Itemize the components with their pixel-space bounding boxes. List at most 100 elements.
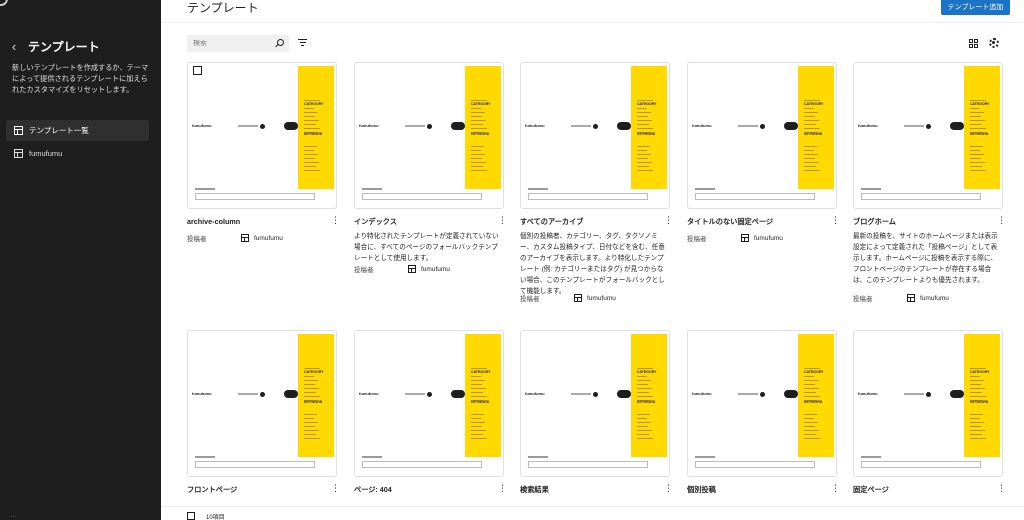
thumbnail-line <box>804 384 815 385</box>
more-actions-icon[interactable]: ⋮ <box>831 216 840 225</box>
thumbnail-line <box>804 146 817 147</box>
thumbnail-line <box>804 376 814 377</box>
preview-footer-field <box>195 461 315 468</box>
author-name: fumufumu <box>254 234 283 242</box>
template-preview[interactable]: CATEGORY KEYWORD fumufumu <box>853 62 1003 209</box>
sidebar-item-fumufumu[interactable]: fumufumu <box>6 143 149 164</box>
preview-nav <box>738 125 758 127</box>
thumbnail-line <box>804 154 818 155</box>
thumbnail-line <box>970 166 982 167</box>
filter-icon[interactable] <box>298 39 307 47</box>
more-actions-icon[interactable]: ⋮ <box>831 484 840 493</box>
more-actions-icon[interactable]: ⋮ <box>997 484 1006 493</box>
author-label: 投稿者 <box>520 296 540 303</box>
thumbnail-line <box>471 162 486 163</box>
template-card[interactable]: CATEGORY KEYWORD fumufumu archive-column… <box>187 62 340 243</box>
thumbnail-line <box>304 422 318 423</box>
author-name: fumufumu <box>421 265 450 273</box>
gear-icon[interactable] <box>989 38 999 48</box>
more-actions-icon[interactable]: ⋮ <box>498 484 507 493</box>
thumbnail-line <box>471 418 481 419</box>
template-card[interactable]: CATEGORY KEYWORD fumufumu 検索結果 ⋮ <box>520 330 673 510</box>
template-card[interactable]: CATEGORY KEYWORD fumufumu タイトルのない固定ページ ⋮… <box>687 62 840 243</box>
preview-sidebar: CATEGORY KEYWORD <box>298 334 334 457</box>
template-card[interactable]: CATEGORY KEYWORD fumufumu ブログホーム ⋮ 最新の投稿… <box>853 62 1006 303</box>
thumbnail-line <box>970 430 985 431</box>
template-card[interactable]: CATEGORY KEYWORD fumufumu すべてのアーカイブ ⋮ 個別… <box>520 62 673 303</box>
card-checkbox[interactable] <box>193 66 202 75</box>
sidebar-item-all-templates[interactable]: テンプレート一覧 <box>6 120 149 141</box>
template-preview[interactable]: CATEGORY KEYWORD fumufumu <box>687 62 837 209</box>
card-title[interactable]: 検索結果 <box>520 485 549 495</box>
card-title[interactable]: 固定ページ <box>853 485 889 495</box>
grid-view-icon[interactable] <box>969 39 978 48</box>
card-title[interactable]: 個別投稿 <box>687 485 716 495</box>
preview-nav <box>571 393 591 395</box>
thumbnail-line <box>304 128 320 129</box>
preview-category-heading: CATEGORY <box>471 102 491 106</box>
template-card[interactable]: CATEGORY KEYWORD fumufumu 固定ページ ⋮ <box>853 330 1006 510</box>
more-actions-icon[interactable]: ⋮ <box>498 216 507 225</box>
more-actions-icon[interactable]: ⋮ <box>664 484 673 493</box>
card-title[interactable]: フロントページ <box>187 485 237 495</box>
add-template-button[interactable]: テンプレート追加 <box>941 0 1010 15</box>
card-title[interactable]: ページ: 404 <box>354 485 392 495</box>
template-preview[interactable]: CATEGORY KEYWORD fumufumu <box>187 62 337 209</box>
thumbnail-line <box>304 426 315 427</box>
thumbnail-line <box>637 422 651 423</box>
search-icon[interactable] <box>277 39 284 46</box>
preview-footer-label <box>528 456 548 458</box>
thumbnail-line <box>970 158 981 159</box>
more-actions-icon[interactable]: ⋮ <box>997 216 1006 225</box>
thumbnail-line <box>471 396 487 397</box>
item-count: 10項目 <box>206 515 225 520</box>
card-title[interactable]: ブログホーム <box>853 217 896 227</box>
thumbnail-line <box>637 158 648 159</box>
template-preview[interactable]: CATEGORY KEYWORD fumufumu <box>520 330 670 477</box>
template-preview[interactable]: CATEGORY KEYWORD fumufumu <box>354 330 504 477</box>
thumbnail-line <box>637 116 648 117</box>
preview-footer-label <box>362 456 382 458</box>
thumbnail-line <box>471 100 487 101</box>
more-actions-icon[interactable]: ⋮ <box>331 484 340 493</box>
thumbnail-line <box>804 112 818 113</box>
thumbnail-line <box>304 392 316 393</box>
thumbnail-line <box>471 376 481 377</box>
preview-button <box>950 122 964 130</box>
thumbnail-line <box>637 392 649 393</box>
template-preview[interactable]: CATEGORY KEYWORD fumufumu <box>354 62 504 209</box>
thumbnail-line <box>304 116 315 117</box>
template-card[interactable]: CATEGORY KEYWORD fumufumu ページ: 404 ⋮ <box>354 330 507 510</box>
thumbnail-line <box>304 368 320 369</box>
template-preview[interactable]: CATEGORY KEYWORD fumufumu <box>853 330 1003 477</box>
template-card[interactable]: CATEGORY KEYWORD fumufumu 個別投稿 ⋮ <box>687 330 840 510</box>
thumbnail-line <box>637 154 651 155</box>
thumbnail-line <box>804 368 820 369</box>
sidebar-footer-link[interactable]: … <box>10 512 17 519</box>
preview-logo: fumufumu <box>359 391 379 396</box>
template-card[interactable]: CATEGORY KEYWORD fumufumu フロントページ ⋮ <box>187 330 340 510</box>
template-card[interactable]: CATEGORY KEYWORD fumufumu インデックス ⋮ より特化さ… <box>354 62 507 274</box>
preview-logo: fumufumu <box>858 123 878 128</box>
template-preview[interactable]: CATEGORY KEYWORD fumufumu <box>187 330 337 477</box>
thumbnail-line <box>970 128 986 129</box>
back-chevron-icon[interactable]: ‹ <box>8 39 20 54</box>
thumbnail-line <box>804 108 814 109</box>
preview-nav <box>238 393 258 395</box>
card-title[interactable]: archive-column <box>187 217 240 226</box>
template-preview[interactable]: CATEGORY KEYWORD fumufumu <box>687 330 837 477</box>
search-input[interactable] <box>193 40 273 47</box>
thumbnail-line <box>471 400 484 401</box>
thumbnail-line <box>970 392 982 393</box>
more-actions-icon[interactable]: ⋮ <box>664 216 673 225</box>
card-title[interactable]: タイトルのない固定ページ <box>687 217 773 227</box>
card-title[interactable]: すべてのアーカイブ <box>520 217 583 227</box>
more-actions-icon[interactable]: ⋮ <box>331 216 340 225</box>
preview-search-icon <box>593 392 598 397</box>
card-title[interactable]: インデックス <box>354 217 397 227</box>
template-preview[interactable]: CATEGORY KEYWORD fumufumu <box>520 62 670 209</box>
select-all-checkbox[interactable] <box>187 512 195 520</box>
site-logo-icon[interactable] <box>0 0 8 6</box>
thumbnail-line <box>471 112 485 113</box>
thumbnail-line <box>970 438 986 439</box>
